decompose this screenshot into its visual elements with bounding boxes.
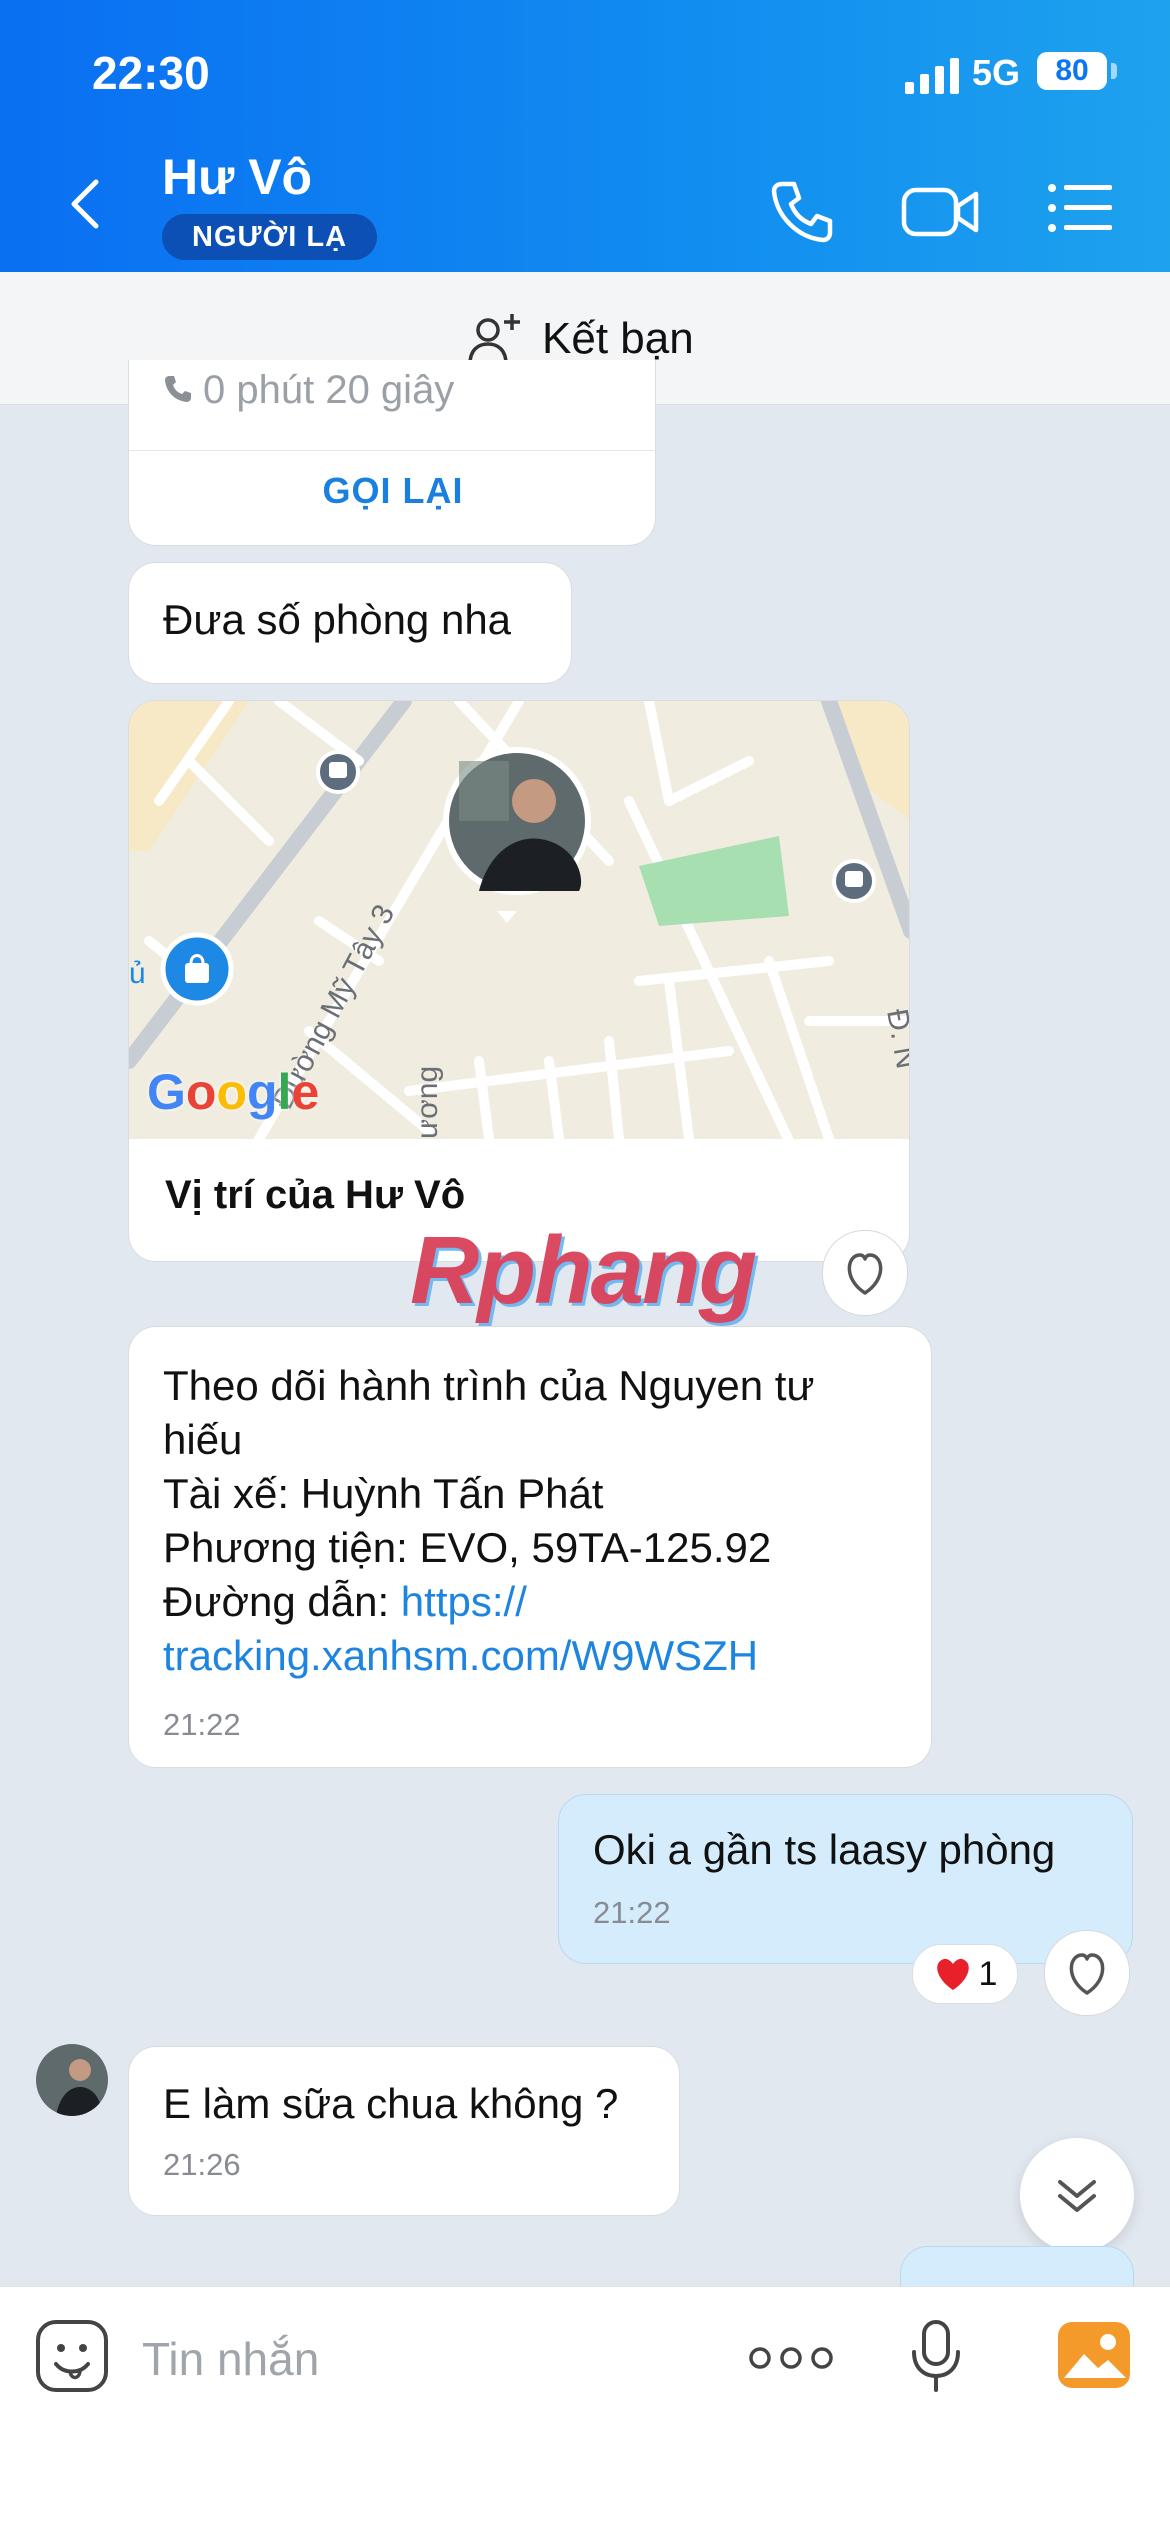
message-time: 21:22 <box>593 1895 671 1930</box>
signal-icon <box>905 58 959 94</box>
battery-icon: 80 <box>1037 52 1107 90</box>
network-type: 5G <box>972 52 1021 93</box>
message-time: 21:26 <box>163 2147 241 2182</box>
sticker-icon[interactable] <box>34 2318 110 2394</box>
map-edge-label: ủ <box>129 957 146 990</box>
call-duration: 0 phút 20 giây <box>203 368 455 412</box>
more-options-icon[interactable] <box>748 2338 834 2378</box>
contact-name[interactable]: Hư Vô <box>162 148 312 206</box>
avatar[interactable] <box>36 2044 108 2116</box>
message-input[interactable] <box>140 2322 704 2396</box>
scroll-down-button[interactable] <box>1020 2138 1134 2252</box>
divider <box>129 450 657 451</box>
reaction-count: 1 <box>978 1954 998 1993</box>
menu-list-icon[interactable] <box>1046 180 1116 236</box>
red-heart-icon <box>936 1958 969 1990</box>
status-time: 22:30 <box>92 47 210 99</box>
phone-icon <box>165 376 191 402</box>
call-back-button[interactable]: GỌI LẠI <box>129 470 657 512</box>
message-text: Oki a gần ts laasy phòng <box>593 1826 1056 1873</box>
outgoing-message[interactable]: Oki a gần ts laasy phòng 21:22 <box>558 1794 1133 1964</box>
call-card: 0 phút 20 giây GỌI LẠI <box>128 360 657 546</box>
reaction-badge[interactable]: 1 <box>912 1944 1018 2004</box>
message-link-line: Đường dẫn: https:// <box>163 1575 897 1629</box>
incoming-message[interactable]: E làm sữa chua không ? 21:26 <box>128 2046 680 2216</box>
battery-tip <box>1111 63 1117 79</box>
map-street-label: ương <box>411 1066 444 1139</box>
phone-call-icon[interactable] <box>768 176 838 246</box>
heart-icon[interactable] <box>1044 1930 1130 2016</box>
message-text: Theo dõi hành trình của Nguyen tư <box>163 1362 815 1409</box>
heart-icon[interactable] <box>822 1230 908 1316</box>
microphone-icon[interactable] <box>908 2318 964 2394</box>
stranger-badge: NGƯỜI LẠ <box>162 214 378 260</box>
add-friend-label: Kết bạn <box>542 314 694 363</box>
message-text: Đưa số phòng nha <box>163 596 512 643</box>
link-prefix: Đường dẫn: <box>163 1578 401 1625</box>
incoming-message[interactable]: Theo dõi hành trình của Nguyen tư hiếu T… <box>128 1326 932 1768</box>
map-view[interactable]: Đường Mỹ Tây 3 ương Đ. N ủ Google <box>129 701 909 1139</box>
message-text: Phương tiện: EVO, 59TA-125.92 <box>163 1524 772 1571</box>
incoming-message[interactable]: Đưa số phòng nha <box>128 562 572 684</box>
tracking-link[interactable]: https:// <box>401 1578 527 1625</box>
google-logo: Google <box>147 1064 320 1120</box>
back-button[interactable] <box>60 176 116 232</box>
message-text: hiếu <box>163 1416 243 1463</box>
tracking-link[interactable]: tracking.xanhsm.com/W9WSZH <box>163 1629 897 1683</box>
message-time: 21:22 <box>163 1707 241 1742</box>
video-call-icon[interactable] <box>900 176 980 246</box>
message-text: Tài xế: Huỳnh Tấn Phát <box>163 1470 604 1517</box>
message-text: E làm sữa chua không ? <box>163 2080 619 2127</box>
location-title: Vị trí của Hư Vô <box>165 1173 466 1217</box>
gallery-icon[interactable] <box>1056 2320 1132 2390</box>
watermark-logo: Rphang <box>410 1217 757 1324</box>
location-card[interactable]: Đường Mỹ Tây 3 ương Đ. N ủ Google Vị trí… <box>128 700 910 1262</box>
